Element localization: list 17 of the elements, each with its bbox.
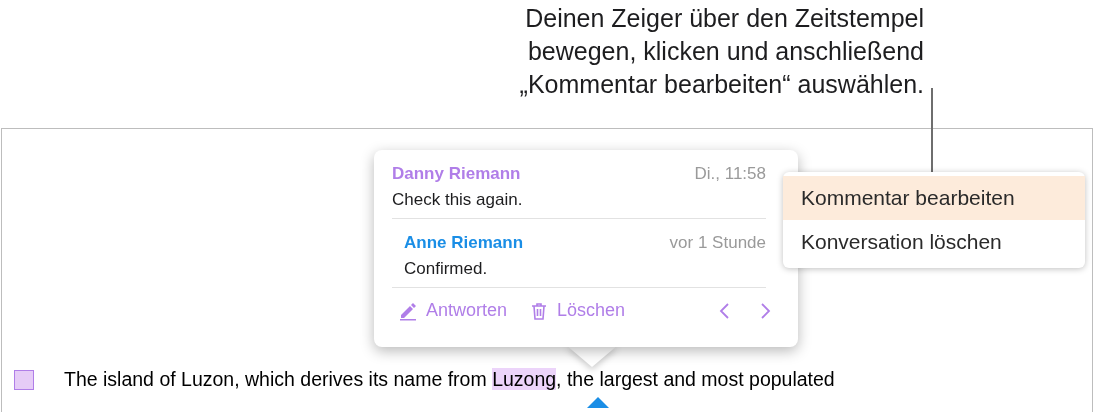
timestamp[interactable]: vor 1 Stunde [669, 233, 766, 253]
next-icon[interactable] [758, 301, 772, 320]
comment-author: Danny Riemann [392, 164, 521, 184]
comment-author: Anne Riemann [404, 233, 524, 253]
menu-item[interactable]: Kommentar bearbeiten [783, 176, 1085, 220]
previous-icon[interactable] [718, 301, 732, 320]
reply-button[interactable]: Antworten [398, 300, 508, 321]
pencil-icon [398, 300, 418, 321]
comment-text: Check this again. [392, 190, 524, 210]
anchor-triangle-icon [587, 397, 609, 408]
menu-item[interactable]: Konversation löschen [783, 220, 1085, 264]
delete-button[interactable]: Löschen [529, 300, 626, 321]
comment-marker[interactable] [14, 369, 34, 390]
callout-text: Deinen Zeiger über den Zeitstempel bewegen, klicken und anschließend „Kommentar bearbeiten“ auswählen. [519, 3, 924, 100]
document-text: The island of Luzon, which derives its name from Luzong, the largest and most populated [64, 368, 835, 391]
timestamp[interactable]: Di., 11:58 [694, 164, 766, 184]
comment-text: Confirmed. [404, 259, 489, 279]
